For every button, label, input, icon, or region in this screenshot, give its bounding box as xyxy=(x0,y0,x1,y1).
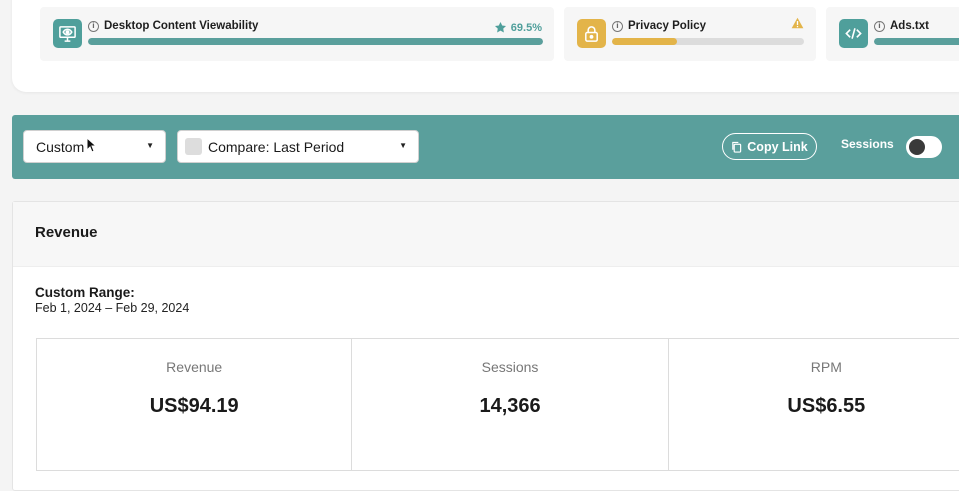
range-value: Feb 1, 2024 – Feb 29, 2024 xyxy=(35,301,190,315)
compare-swatch xyxy=(185,138,202,155)
caret-down-icon: ▼ xyxy=(399,141,407,150)
revenue-card: Revenue Custom Range: Feb 1, 2024 – Feb … xyxy=(12,201,959,491)
compare-select-value: Compare: Last Period xyxy=(208,138,345,155)
filter-toolbar: Custom ▼ Compare: Last Period ▼ Copy Lin… xyxy=(12,115,959,179)
metric-label: RPM xyxy=(810,359,842,375)
copy-icon xyxy=(732,141,742,153)
metric-value: US$94.19 xyxy=(149,395,239,417)
date-range-select-value: Custom xyxy=(36,138,85,155)
health-card-ads-txt[interactable]: i Ads.txt xyxy=(826,7,959,61)
health-card-privacy-policy[interactable]: i Privacy Policy xyxy=(564,7,816,61)
metric-label: Sessions xyxy=(481,359,539,375)
metrics-row: Revenue US$94.19 Sessions 14,366 RPM US$… xyxy=(36,338,959,471)
range-label: Custom Range: xyxy=(35,285,135,300)
progress-bar-fill xyxy=(88,38,543,45)
info-icon[interactable]: i xyxy=(874,20,885,32)
warning-icon xyxy=(791,17,804,29)
toggle-knob xyxy=(909,139,925,155)
sessions-toggle-label: Sessions xyxy=(841,137,894,151)
health-card-title: Ads.txt xyxy=(890,20,929,32)
site-health-panel: i Desktop Content Viewability 69.5% i Pr… xyxy=(12,0,959,92)
metric-revenue: Revenue US$94.19 xyxy=(37,339,353,470)
mouse-cursor-icon xyxy=(86,137,97,153)
progress-bar-fill xyxy=(874,38,959,45)
health-card-value: 69.5% xyxy=(510,21,542,34)
metric-label: Revenue xyxy=(166,359,223,375)
monitor-eye-icon xyxy=(53,19,82,48)
star-icon xyxy=(494,21,506,33)
lock-icon xyxy=(577,19,606,48)
health-card-viewability[interactable]: i Desktop Content Viewability 69.5% xyxy=(40,7,554,61)
health-card-title: Privacy Policy xyxy=(628,20,706,32)
progress-bar xyxy=(88,38,543,45)
code-icon xyxy=(839,19,868,48)
copy-link-button[interactable]: Copy Link xyxy=(722,133,817,160)
progress-bar xyxy=(874,38,959,45)
metric-value: US$6.55 xyxy=(787,395,866,417)
metric-sessions: Sessions 14,366 xyxy=(352,339,669,470)
caret-down-icon: ▼ xyxy=(146,141,154,150)
revenue-card-header: Revenue xyxy=(13,202,959,267)
compare-select[interactable]: Compare: Last Period ▼ xyxy=(177,130,419,163)
info-icon[interactable]: i xyxy=(612,20,623,32)
sessions-toggle[interactable] xyxy=(906,136,942,158)
progress-bar xyxy=(612,38,804,45)
health-card-title: Desktop Content Viewability xyxy=(104,20,259,32)
revenue-card-title: Revenue xyxy=(35,224,98,241)
info-icon[interactable]: i xyxy=(88,20,99,32)
copy-link-label: Copy Link xyxy=(747,139,808,154)
progress-bar-fill xyxy=(612,38,678,45)
metric-value: 14,366 xyxy=(479,395,541,417)
metric-rpm: RPM US$6.55 xyxy=(669,339,959,470)
